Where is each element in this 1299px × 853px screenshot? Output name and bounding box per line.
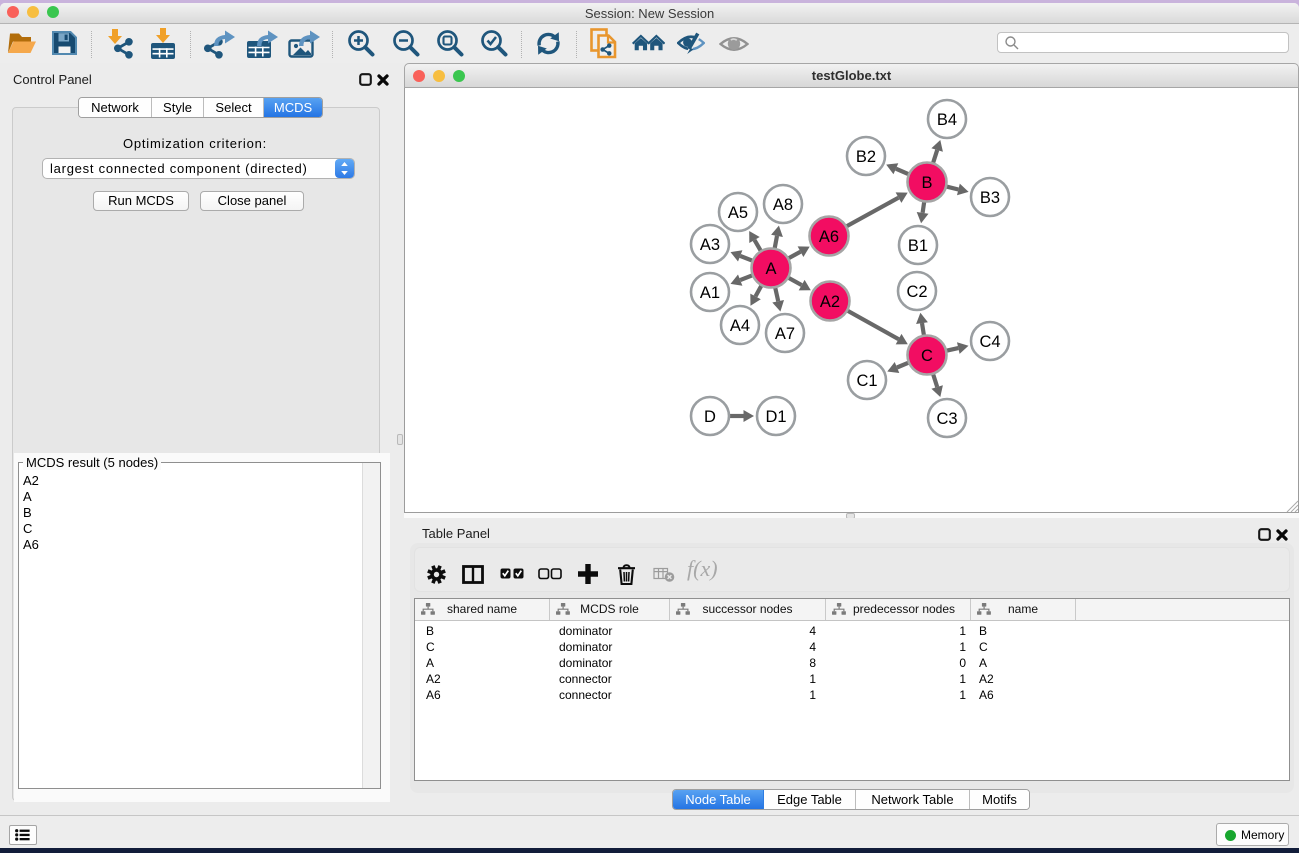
svg-text:C2: C2 [906,283,927,301]
svg-text:C4: C4 [979,333,1000,351]
svg-text:A5: A5 [728,204,748,222]
svg-text:A1: A1 [700,284,720,302]
svg-text:D1: D1 [765,408,786,426]
svg-text:A3: A3 [700,236,720,254]
svg-text:D: D [704,408,716,426]
svg-text:B: B [921,174,932,192]
svg-text:B4: B4 [937,111,957,129]
svg-text:A2: A2 [820,293,840,311]
svg-text:A8: A8 [773,196,793,214]
svg-text:A6: A6 [819,228,839,246]
svg-text:B2: B2 [856,148,876,166]
svg-text:C3: C3 [936,410,957,428]
svg-text:A7: A7 [775,325,795,343]
svg-text:B1: B1 [908,237,928,255]
svg-text:A: A [765,260,776,278]
svg-text:A4: A4 [730,317,750,335]
svg-text:C1: C1 [856,372,877,390]
svg-text:B3: B3 [980,189,1000,207]
svg-text:C: C [921,347,933,365]
